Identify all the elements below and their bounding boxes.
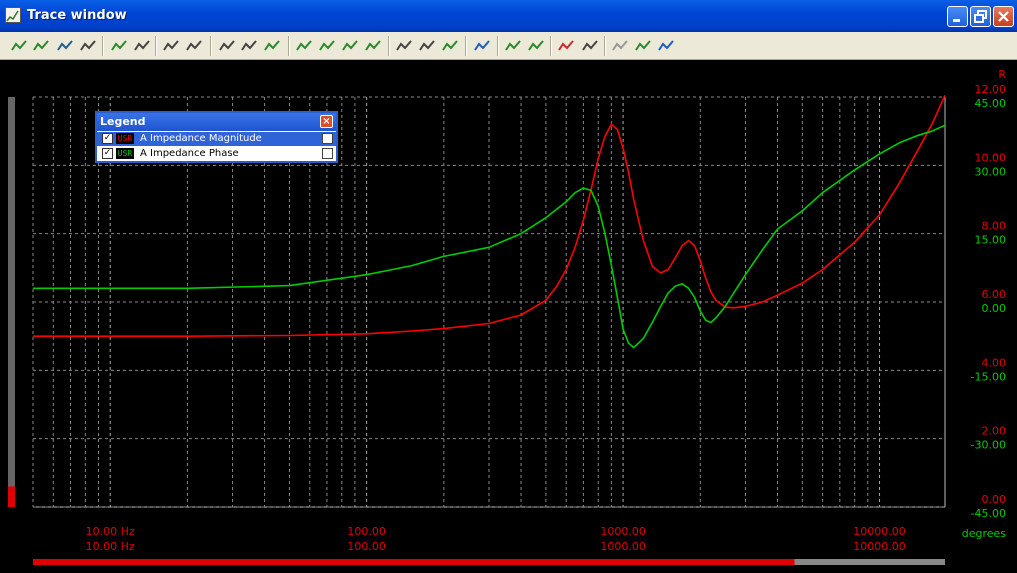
minimize-icon	[953, 19, 960, 22]
close-icon	[998, 11, 1009, 22]
magnitude-tick-label: 4.00	[982, 356, 1007, 369]
compare-icon[interactable]	[635, 38, 651, 54]
trace-curve-icon[interactable]	[442, 38, 458, 54]
restore-button[interactable]	[970, 6, 991, 27]
add-trace-icon[interactable]	[11, 38, 27, 54]
window-title: Trace window	[27, 8, 127, 23]
toolbar-separator	[288, 36, 289, 56]
zoom-in-icon[interactable]	[219, 38, 235, 54]
minimize-button[interactable]	[947, 6, 968, 27]
magnitude-tick-label: 12.00	[975, 83, 1007, 96]
slider-move-icon[interactable]	[582, 38, 598, 54]
toolbar-separator	[102, 36, 103, 56]
legend-header[interactable]: Legend ×	[97, 113, 336, 131]
level-indicator-track	[8, 97, 15, 507]
phase-tick-label: -30.00	[971, 439, 1006, 452]
x-tick-label-phase: 100.00	[347, 540, 386, 553]
toolbar-separator	[604, 36, 605, 56]
right-axis-unit-label: degrees	[962, 527, 1007, 540]
magnitude-tick-label: 8.00	[982, 220, 1007, 233]
horizontal-scrollbar-thumb[interactable]	[33, 559, 795, 565]
phase-tick-label: 15.00	[975, 234, 1007, 247]
magnitude-tick-label: 6.00	[982, 288, 1007, 301]
close-button[interactable]	[993, 6, 1014, 27]
x-tick-label-phase: 1000.00	[600, 540, 646, 553]
legend-item-magnitude[interactable]: ✓ USR A Impedance Magnitude	[97, 132, 336, 146]
title-bar[interactable]: Trace window	[0, 0, 1017, 32]
toolbar	[0, 32, 1017, 60]
x-tick-label-magnitude: 10.00 Hz	[86, 525, 135, 538]
x-tick-label-phase: 10.00 Hz	[86, 540, 135, 553]
data-table-icon[interactable]	[558, 38, 574, 54]
trace-badge-phase: USR	[116, 148, 134, 159]
print-icon[interactable]	[134, 38, 150, 54]
toolbar-separator	[550, 36, 551, 56]
phase-tick-label: -15.00	[971, 370, 1006, 383]
grid-settings-icon[interactable]	[163, 38, 179, 54]
shift-left-icon[interactable]	[296, 38, 312, 54]
cursor-readout-icon[interactable]	[186, 38, 202, 54]
legend-checkbox-magnitude[interactable]: ✓	[102, 133, 113, 144]
phase-tick-label: 45.00	[975, 97, 1007, 110]
zoom-x-icon[interactable]	[419, 38, 435, 54]
x-tick-label-magnitude: 100.00	[347, 525, 386, 538]
app-icon	[5, 7, 21, 23]
copy-icon[interactable]	[322, 133, 333, 144]
peak-up-icon[interactable]	[342, 38, 358, 54]
toolbar-separator	[465, 36, 466, 56]
toolbar-separator	[388, 36, 389, 56]
legend-window[interactable]: Legend × ✓ USR A Impedance Magnitude ✓ U…	[95, 111, 338, 163]
trace-badge-magnitude: USR	[116, 133, 134, 144]
x-tick-label-phase: 10000.00	[853, 540, 906, 553]
copy-icon[interactable]	[322, 148, 333, 159]
x-tick-label-magnitude: 1000.00	[600, 525, 646, 538]
legend-close-button[interactable]: ×	[320, 115, 333, 128]
legend-checkbox-phase[interactable]: ✓	[102, 148, 113, 159]
peak-down-icon[interactable]	[365, 38, 381, 54]
phase-tick-label: 30.00	[975, 165, 1007, 178]
add-curve-icon[interactable]	[33, 38, 49, 54]
toolbar-separator	[210, 36, 211, 56]
phase-tick-label: -45.00	[971, 507, 1006, 520]
phase-tick-label: 0.00	[982, 302, 1007, 315]
save-icon[interactable]	[57, 38, 73, 54]
magnitude-tick-label: 2.00	[982, 425, 1007, 438]
restore-icon	[974, 10, 987, 23]
reset-icon[interactable]	[612, 38, 628, 54]
right-axis-unit-top: R	[998, 68, 1006, 81]
cursor-up-icon[interactable]	[505, 38, 521, 54]
legend-item-label: A Impedance Magnitude	[140, 133, 262, 144]
markers-icon[interactable]	[658, 38, 674, 54]
toolbar-separator	[497, 36, 498, 56]
cursor-down-icon[interactable]	[528, 38, 544, 54]
level-indicator-fill	[8, 486, 15, 507]
legend-item-label: A Impedance Phase	[140, 148, 239, 159]
color-scheme-icon[interactable]	[111, 38, 127, 54]
magnitude-tick-label: 0.00	[982, 493, 1007, 506]
close-icon: ×	[322, 116, 331, 127]
toolbar-separator	[155, 36, 156, 56]
legend-title: Legend	[100, 115, 146, 128]
search-icon[interactable]	[396, 38, 412, 54]
legend-item-phase[interactable]: ✓ USR A Impedance Phase	[97, 147, 336, 161]
magnitude-tick-label: 10.00	[975, 151, 1007, 164]
x-tick-label-magnitude: 10000.00	[853, 525, 906, 538]
zoom-out-icon[interactable]	[241, 38, 257, 54]
copy-icon[interactable]	[80, 38, 96, 54]
fit-curve-icon[interactable]	[264, 38, 280, 54]
shift-right-icon[interactable]	[319, 38, 335, 54]
chart-settings-icon[interactable]	[474, 38, 490, 54]
